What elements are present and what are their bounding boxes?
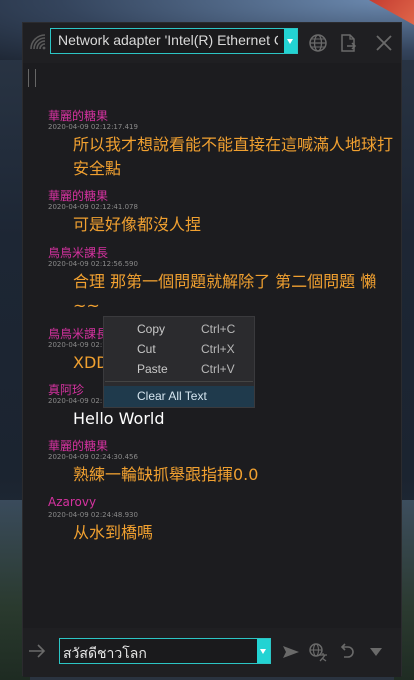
message-text: 所以我才想說看能不能直接在這喊滿人地球打安全點	[73, 135, 394, 178]
message-time: 2020-04-09 02:12:41.078	[48, 203, 138, 211]
arrow-right-icon[interactable]	[27, 641, 47, 661]
globe-icon[interactable]	[307, 32, 329, 54]
network-icon	[29, 33, 47, 51]
message-author: 華麗的糖果	[48, 109, 109, 123]
message-text: 合理 那第一個問題就解除了 第二個問題 懶~~	[73, 272, 377, 315]
message-text: Hello World	[73, 409, 165, 428]
menu-item-copy[interactable]: Copy Ctrl+C	[104, 319, 254, 339]
menu-item-shortcut: Ctrl+C	[201, 322, 236, 336]
title-bar: Network adapter 'Intel(R) Ethernet Conne…	[23, 23, 401, 63]
adapter-select[interactable]: Network adapter 'Intel(R) Ethernet Conne…	[50, 28, 298, 54]
menu-item-shortcut: Ctrl+X	[201, 342, 235, 356]
message-text: 从水到橋嗎	[73, 523, 154, 542]
message-input-value: สวัสดีชาวโลก	[63, 646, 147, 662]
translate-icon[interactable]	[308, 642, 328, 662]
menu-item-label: Copy	[137, 322, 166, 336]
undo-icon[interactable]	[336, 642, 356, 662]
menu-item-paste[interactable]: Paste Ctrl+V	[104, 359, 254, 379]
message-time: 2020-04-09 02:12:56.590	[48, 260, 138, 268]
message-author: 華麗的糖果	[48, 439, 109, 453]
menu-separator	[105, 381, 253, 382]
send-icon[interactable]	[281, 642, 301, 662]
message-text: 可是好像都沒人捏	[73, 215, 202, 234]
menu-item-shortcut: Ctrl+V	[201, 362, 235, 376]
export-icon[interactable]	[337, 32, 359, 54]
input-dropdown-icon[interactable]	[257, 639, 270, 663]
drag-grip[interactable]	[28, 69, 36, 87]
input-bar: สวัสดีชาวโลก	[23, 628, 401, 677]
message-author: 華麗的糖果	[48, 189, 109, 203]
message-author: 鳥鳥米課長	[48, 246, 109, 260]
message-time: 2020-04-09 02:24:30.456	[48, 453, 138, 461]
message-time: 2020-04-09 02:	[48, 397, 103, 405]
menu-item-label: Cut	[137, 342, 156, 356]
menu-item-cut[interactable]: Cut Ctrl+X	[104, 339, 254, 359]
menu-item-label: Paste	[137, 362, 168, 376]
dropdown-icon[interactable]	[366, 642, 386, 662]
message-time: 2020-04-09 02:12:17.419	[48, 123, 138, 131]
message-text: 熟練一輪缺抓舉跟指揮0.0	[73, 465, 259, 484]
message-time: 2020-04-09 02:24:48.930	[48, 511, 138, 519]
message-author: 鳥鳥米課長	[48, 327, 109, 341]
message-input[interactable]: สวัสดีชาวโลก	[59, 638, 271, 664]
menu-item-label: Clear All Text	[137, 389, 207, 403]
message-author: Azarovy	[48, 495, 97, 509]
menu-item-clear-all-text[interactable]: Clear All Text	[104, 386, 254, 407]
adapter-select-value: Network adapter 'Intel(R) Ethernet Conne…	[58, 32, 278, 48]
context-menu: Copy Ctrl+C Cut Ctrl+X Paste Ctrl+V Clea…	[103, 316, 255, 408]
close-icon[interactable]	[373, 32, 395, 54]
adapter-dropdown-icon[interactable]	[284, 29, 297, 53]
message-author: 真阿珍	[48, 383, 85, 397]
